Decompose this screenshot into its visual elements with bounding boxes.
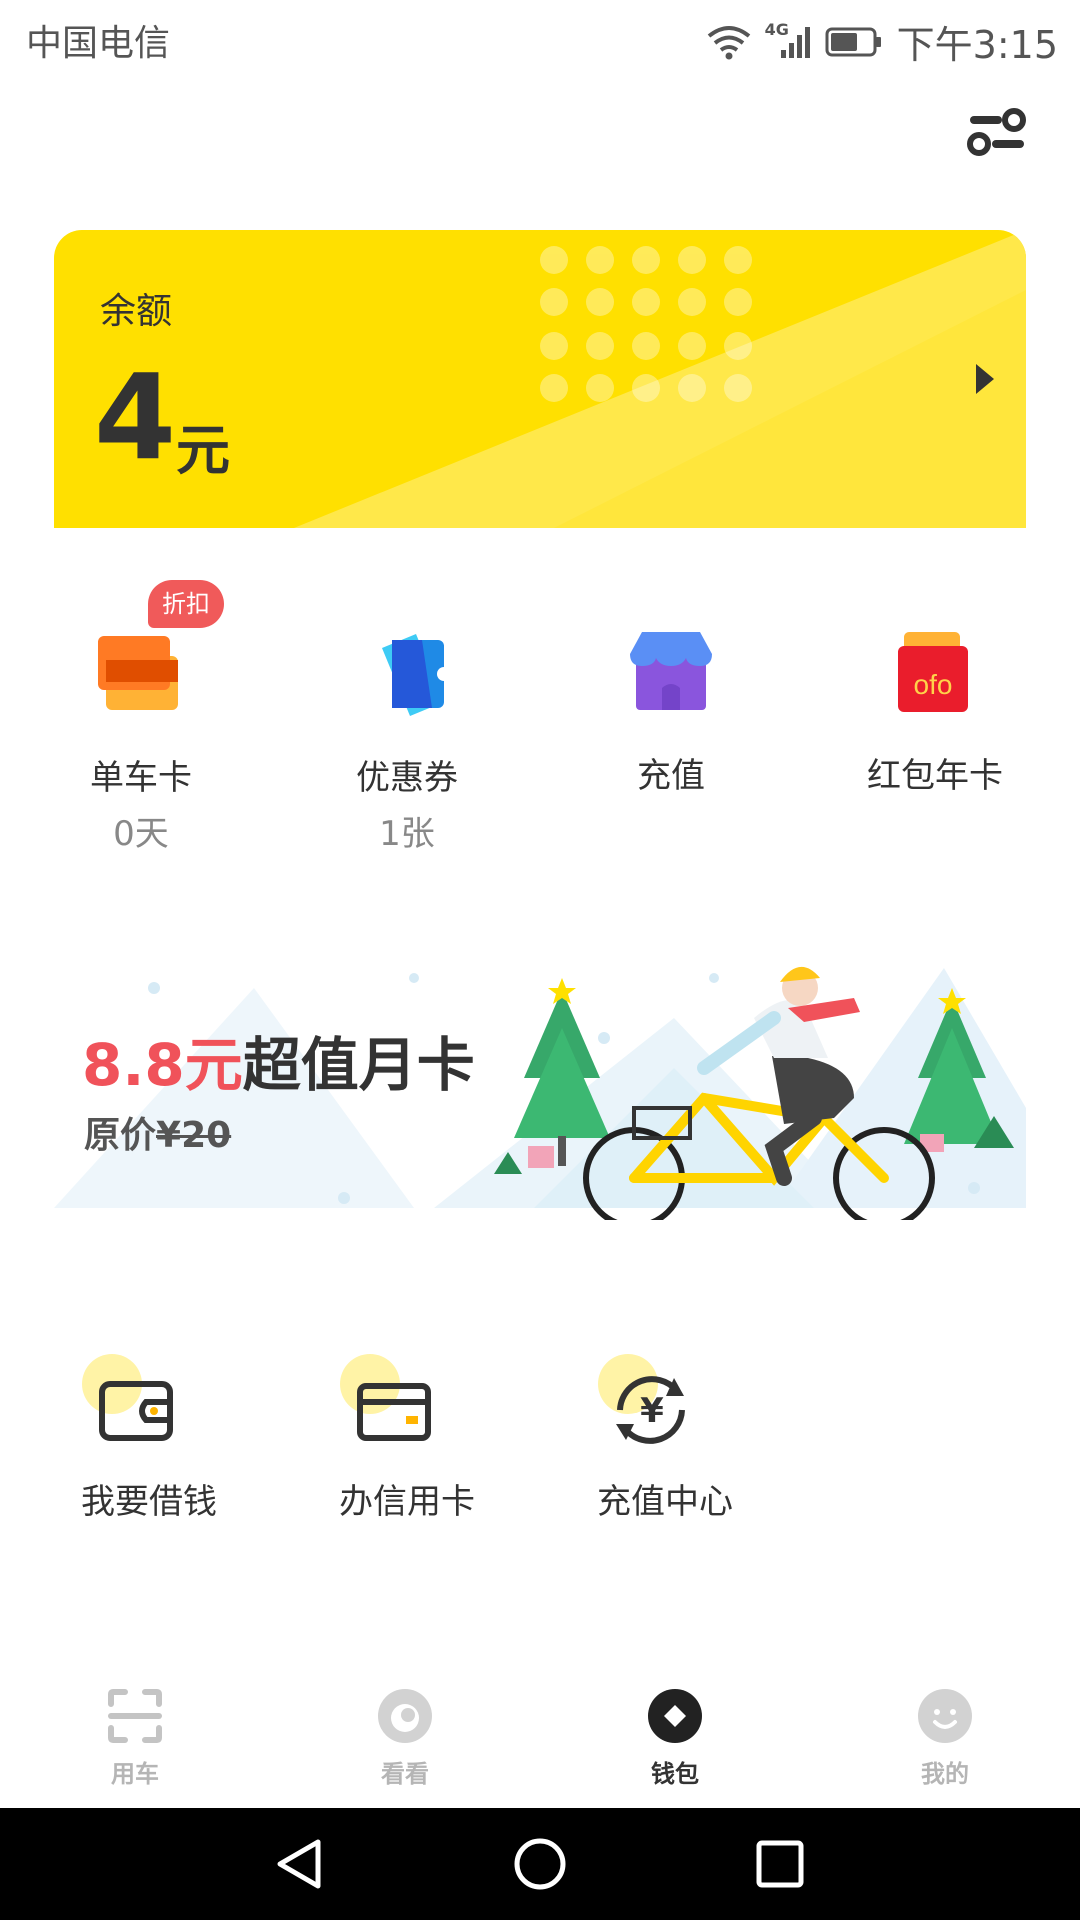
bottom-tab-bar: 用车 看看 钱包 我的 bbox=[0, 1668, 1080, 1808]
wallet-diamond-icon bbox=[648, 1689, 702, 1743]
back-icon[interactable] bbox=[270, 1834, 330, 1894]
wifi-icon bbox=[707, 25, 750, 59]
promo-title: 8.8元超值月卡 bbox=[82, 1018, 475, 1102]
svg-text:¥: ¥ bbox=[640, 1391, 664, 1431]
tab-label-wallet: 钱包 bbox=[651, 1760, 699, 1788]
toggle-settings-icon[interactable] bbox=[966, 104, 1028, 160]
quick-label-red-packet: 红包年卡 bbox=[867, 756, 1003, 796]
promo-banner[interactable]: 8.8元超值月卡 原价¥20 bbox=[54, 948, 1026, 1220]
red-packet-icon: ofo bbox=[898, 632, 968, 712]
quick-sub-coupon: 1张 bbox=[379, 814, 435, 854]
play-arrow-icon bbox=[976, 364, 994, 394]
promo-original-price: 原价¥20 bbox=[84, 1106, 231, 1158]
service-label-recharge-center: 充值中心 bbox=[597, 1482, 733, 1522]
status-icons: 4G 下午3:15 bbox=[707, 14, 1058, 69]
quick-label-coupon: 优惠券 bbox=[356, 758, 458, 798]
eye-icon bbox=[378, 1689, 432, 1743]
quick-sub-bike-card: 0天 bbox=[113, 814, 169, 854]
tab-profile[interactable]: 我的 bbox=[810, 1668, 1080, 1808]
service-label-credit-card: 办信用卡 bbox=[339, 1482, 475, 1522]
carrier-name: 中国电信 bbox=[26, 23, 171, 64]
quick-label-bike-card: 单车卡 bbox=[90, 758, 192, 798]
smiley-icon bbox=[918, 1689, 972, 1743]
balance-card[interactable]: 余额 4 元 bbox=[54, 230, 1026, 528]
promo-price: 8.8元 bbox=[82, 1031, 243, 1099]
red-packet-ofo-text: ofo bbox=[914, 669, 953, 700]
credit-card-icon bbox=[340, 1354, 431, 1441]
promo-orig-prefix: 原价 bbox=[84, 1115, 157, 1156]
wallet-icon bbox=[82, 1354, 173, 1441]
tab-wallet[interactable]: 钱包 bbox=[540, 1668, 810, 1808]
promo-orig-value: ¥20 bbox=[156, 1115, 232, 1156]
bike-card-icon bbox=[98, 636, 178, 710]
system-nav-bar bbox=[0, 1808, 1080, 1920]
discount-badge: 折扣 bbox=[148, 580, 224, 628]
recents-icon[interactable] bbox=[750, 1834, 810, 1894]
tab-label-profile: 我的 bbox=[921, 1760, 969, 1788]
quick-label-recharge: 充值 bbox=[637, 756, 705, 796]
promo-title-text: 超值月卡 bbox=[242, 1031, 475, 1099]
services-row: 我要借钱 办信用卡 ¥ 充值中心 bbox=[0, 1340, 1080, 1522]
recharge-shop-icon bbox=[630, 632, 712, 710]
balance-unit: 元 bbox=[176, 419, 230, 482]
status-bar: 中国电信 4G 下午3:15 bbox=[0, 0, 1080, 76]
tab-label-ride: 用车 bbox=[111, 1760, 159, 1788]
battery-icon bbox=[825, 27, 881, 56]
signal-icon: 4G bbox=[765, 20, 811, 60]
tab-ride[interactable]: 用车 bbox=[0, 1668, 270, 1808]
service-label-loan: 我要借钱 bbox=[81, 1482, 217, 1522]
coupon-icon bbox=[382, 634, 451, 716]
scan-icon bbox=[108, 1689, 162, 1743]
yuan-exchange-icon: ¥ bbox=[598, 1354, 685, 1444]
home-icon[interactable] bbox=[510, 1834, 570, 1894]
quick-actions: 折扣 单车卡 0天 优惠券 1张 充值 ofo 红包年卡 bbox=[0, 570, 1080, 870]
balance-amount: 4 bbox=[94, 348, 177, 486]
clock: 下午3:15 bbox=[896, 23, 1058, 67]
tab-explore[interactable]: 看看 bbox=[270, 1668, 540, 1808]
tab-label-explore: 看看 bbox=[381, 1760, 429, 1788]
balance-label: 余额 bbox=[100, 291, 173, 332]
